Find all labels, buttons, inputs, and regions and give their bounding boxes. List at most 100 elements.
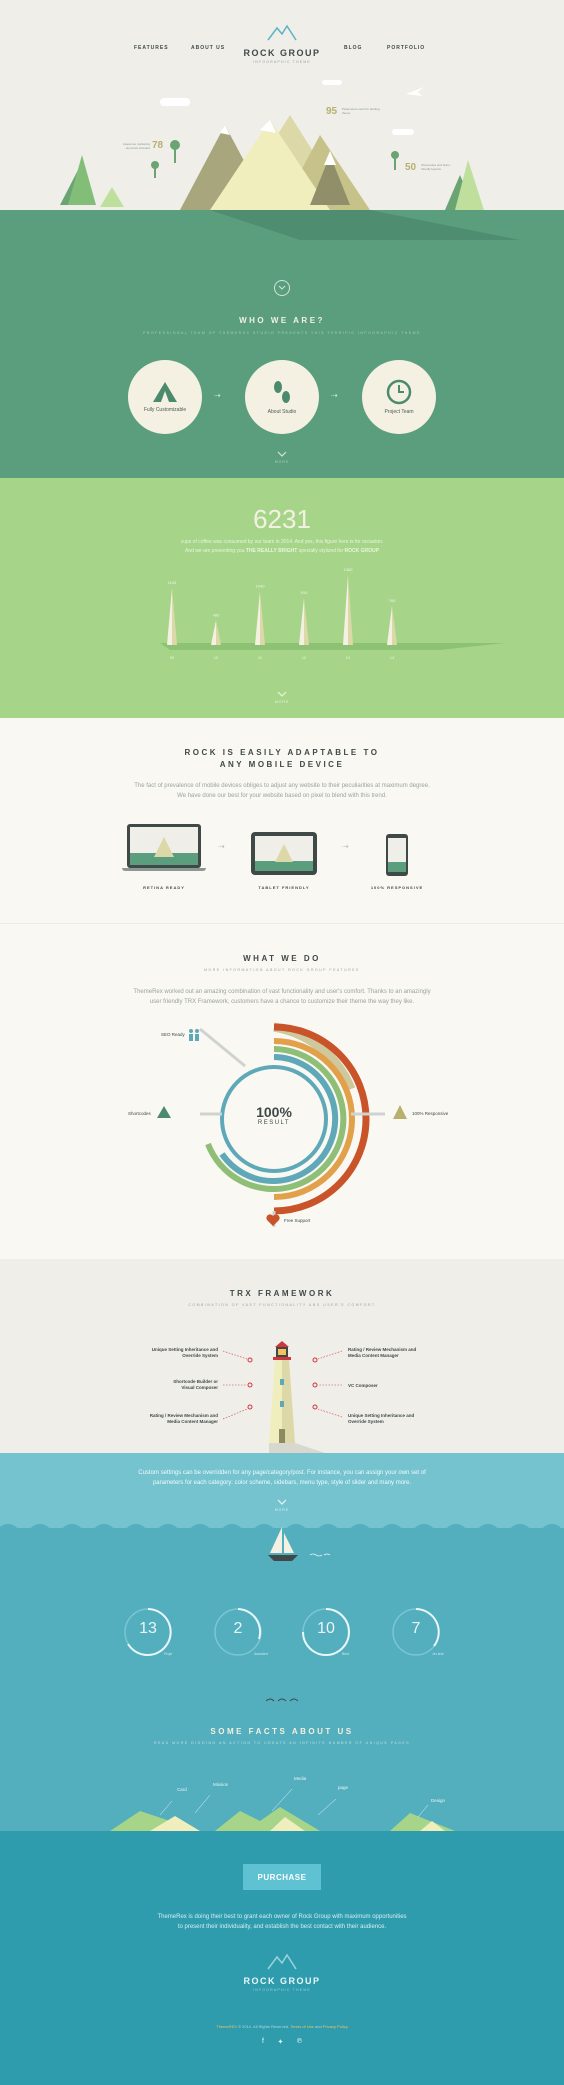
legend-responsive: 100% Responsive (412, 1111, 449, 1116)
mountain-shadow (210, 210, 520, 240)
stat-value: 13 (139, 1620, 157, 1637)
whatwedo-subtitle: MORE INFORMATION ABOUT ROCK GROUP FEATUR… (204, 968, 360, 972)
nav-about[interactable]: ABOUT US (191, 45, 225, 51)
chart-value-label: 1040 (256, 583, 266, 588)
coffee-section: 6231 cups of coffee was consumed by our … (0, 478, 564, 718)
logo-mountain-icon[interactable] (266, 1953, 298, 1971)
footer-logo-name[interactable]: ROCK GROUP (232, 1976, 332, 1986)
who-subtitle: PROFESSIONAL TEAM OF THEMEREX STUDIO PRE… (143, 331, 421, 335)
facts-subtitle: READ MORE DIGGING AN ACTION TO CREATE AN… (153, 1741, 411, 1745)
more-link[interactable]: MORE (270, 460, 294, 464)
copyright-text: © 2014. All Rights Reserved. (238, 2024, 290, 2029)
chart-category-label: 11 (258, 655, 263, 660)
stat-value: 2 (233, 1620, 243, 1637)
stat-label: Best (342, 1652, 350, 1656)
chart-value-label: 1360 (344, 567, 354, 572)
coffee-number: 6231 (253, 504, 311, 534)
footer-text: ThemeRex is doing their best to grant ea… (157, 1914, 407, 1920)
wave-dashes (266, 1698, 298, 1702)
more-link[interactable]: MORE (270, 1508, 294, 1512)
chevron-down-icon[interactable] (275, 690, 289, 698)
sea-text-2: parameters for each category: color sche… (152, 1480, 412, 1486)
trx-feature-right: Rating / Review Mechanism and Media Cont… (348, 1347, 417, 1358)
laptop-base (122, 868, 206, 871)
device-label: TABLET FRIENDLY (258, 885, 310, 890)
more-link[interactable]: MORE (270, 700, 294, 704)
island-label: Mission (213, 1782, 229, 1787)
device-label: RETINA READY (143, 885, 185, 890)
terms-link[interactable]: Terms of Use (290, 2024, 314, 2029)
whatwedo-text-2: user friendly TRX Framework, customers h… (149, 999, 415, 1005)
stat-circle: 10 Best (300, 1606, 352, 1658)
logo-name[interactable]: ROCK GROUP (240, 48, 324, 58)
chart-category-label: 13 (346, 655, 351, 660)
copyright-brand[interactable]: ThemeREX (216, 2024, 237, 2029)
chart-bar (211, 620, 216, 645)
people-icon (189, 1029, 199, 1041)
chevron-down-icon[interactable] (275, 450, 289, 458)
legend-seo: SEO Ready (161, 1032, 185, 1037)
coffee-text-pre: And we are presenting you (185, 548, 245, 554)
adaptable-title: ROCK IS EASILY ADAPTABLE TO (184, 748, 380, 757)
coffee-chart: 1105 09 480 10 1040 11 910 12 1360 13 760 14 (160, 567, 505, 660)
nav-blog[interactable]: BLOG (344, 45, 362, 51)
mountain-icon (393, 1105, 407, 1119)
feature-circle[interactable]: Fully Customizable (128, 360, 202, 434)
chart-bar (255, 591, 260, 645)
feature-circle[interactable]: Project Team (362, 360, 436, 434)
trx-feature-left: Rating / Review Mechanism and Media Cont… (149, 1413, 218, 1424)
chevron-down-icon[interactable] (275, 1498, 289, 1506)
stat-circle: 7 Jer test (390, 1606, 444, 1658)
footer-text-2: to present their individuality, and esta… (177, 1924, 387, 1930)
trx-feature-right: Unique Setting Inheritance and Override … (348, 1413, 415, 1424)
stat-value: 7 (411, 1620, 421, 1637)
feature-label: About Studio (267, 409, 297, 415)
device-label: 100% RESPONSIVE (370, 885, 424, 890)
tablet-device (251, 832, 317, 875)
adaptable-text-2: We have done our best for your website b… (177, 793, 387, 799)
sea-text: Custom settings can be overridden for an… (138, 1470, 426, 1476)
chart-category-label: 14 (390, 655, 395, 660)
arrow-right-icon: ⇢ (214, 391, 221, 400)
lighthouse-illustration (222, 1341, 343, 1453)
legend-shortcodes: Shortcodes (128, 1111, 151, 1116)
stat-circle: 13 Proje (122, 1606, 174, 1658)
legend-support: Free Support (284, 1218, 311, 1223)
coffee-text-bold: ROCK GROUP (344, 548, 379, 554)
stat-value: 10 (317, 1620, 335, 1637)
stat-circle: 2 Awarded (212, 1606, 268, 1658)
logo-mountain-icon[interactable] (266, 24, 298, 42)
adaptable-text: The fact of prevalence of mobile devices… (134, 783, 430, 789)
feature-circle[interactable]: About Studio (245, 360, 319, 434)
arrow-right-icon: ⇢ (342, 842, 349, 851)
twitter-icon[interactable]: ✦ (277, 2038, 283, 2046)
tent-icon (153, 382, 177, 402)
chart-bar-shade (392, 605, 397, 645)
coffee-text: cups of coffee was consumed by our team … (180, 539, 384, 545)
pinterest-icon[interactable]: ℗ (297, 2038, 302, 2046)
trx-section: TRX FRAMEWORK COMBINATION OF VAST FUNCTI… (0, 1259, 564, 1453)
trx-subtitle: COMBINATION OF VAST FUNCTIONALITY AND US… (188, 1303, 376, 1307)
stat-label: Jer test (432, 1652, 444, 1656)
nav-features[interactable]: FEATURES (134, 45, 169, 51)
chart-bar-shade (216, 620, 221, 645)
chart-category-label: 10 (214, 655, 219, 660)
cloud (322, 80, 342, 85)
laptop-device (127, 824, 201, 868)
island-label: Media (294, 1776, 307, 1781)
logo-tagline: INFOGRAPHIC THEME (253, 60, 311, 64)
privacy-link[interactable]: Privacy Policy (323, 2024, 348, 2029)
whatwedo-section: WHAT WE DO MORE INFORMATION ABOUT ROCK G… (0, 923, 564, 1259)
sea-section: Custom settings can be overridden for an… (0, 1453, 564, 1831)
nav-portfolio[interactable]: PORTFOLIO (387, 45, 425, 51)
facts-title: SOME FACTS ABOUT US (210, 1727, 354, 1736)
facebook-icon[interactable]: f (262, 2038, 264, 2046)
scroll-down-button[interactable] (274, 280, 290, 296)
chart-bar (387, 605, 392, 645)
purchase-button[interactable]: PURCHASE (243, 1864, 321, 1890)
stat-label: Proje (164, 1652, 173, 1656)
feature-label: Fully Customizable (143, 407, 187, 413)
island-label: Card (177, 1787, 187, 1792)
clock-icon (386, 379, 412, 405)
coffee-text-bold: THE REALLY BRIGHT (245, 548, 298, 554)
